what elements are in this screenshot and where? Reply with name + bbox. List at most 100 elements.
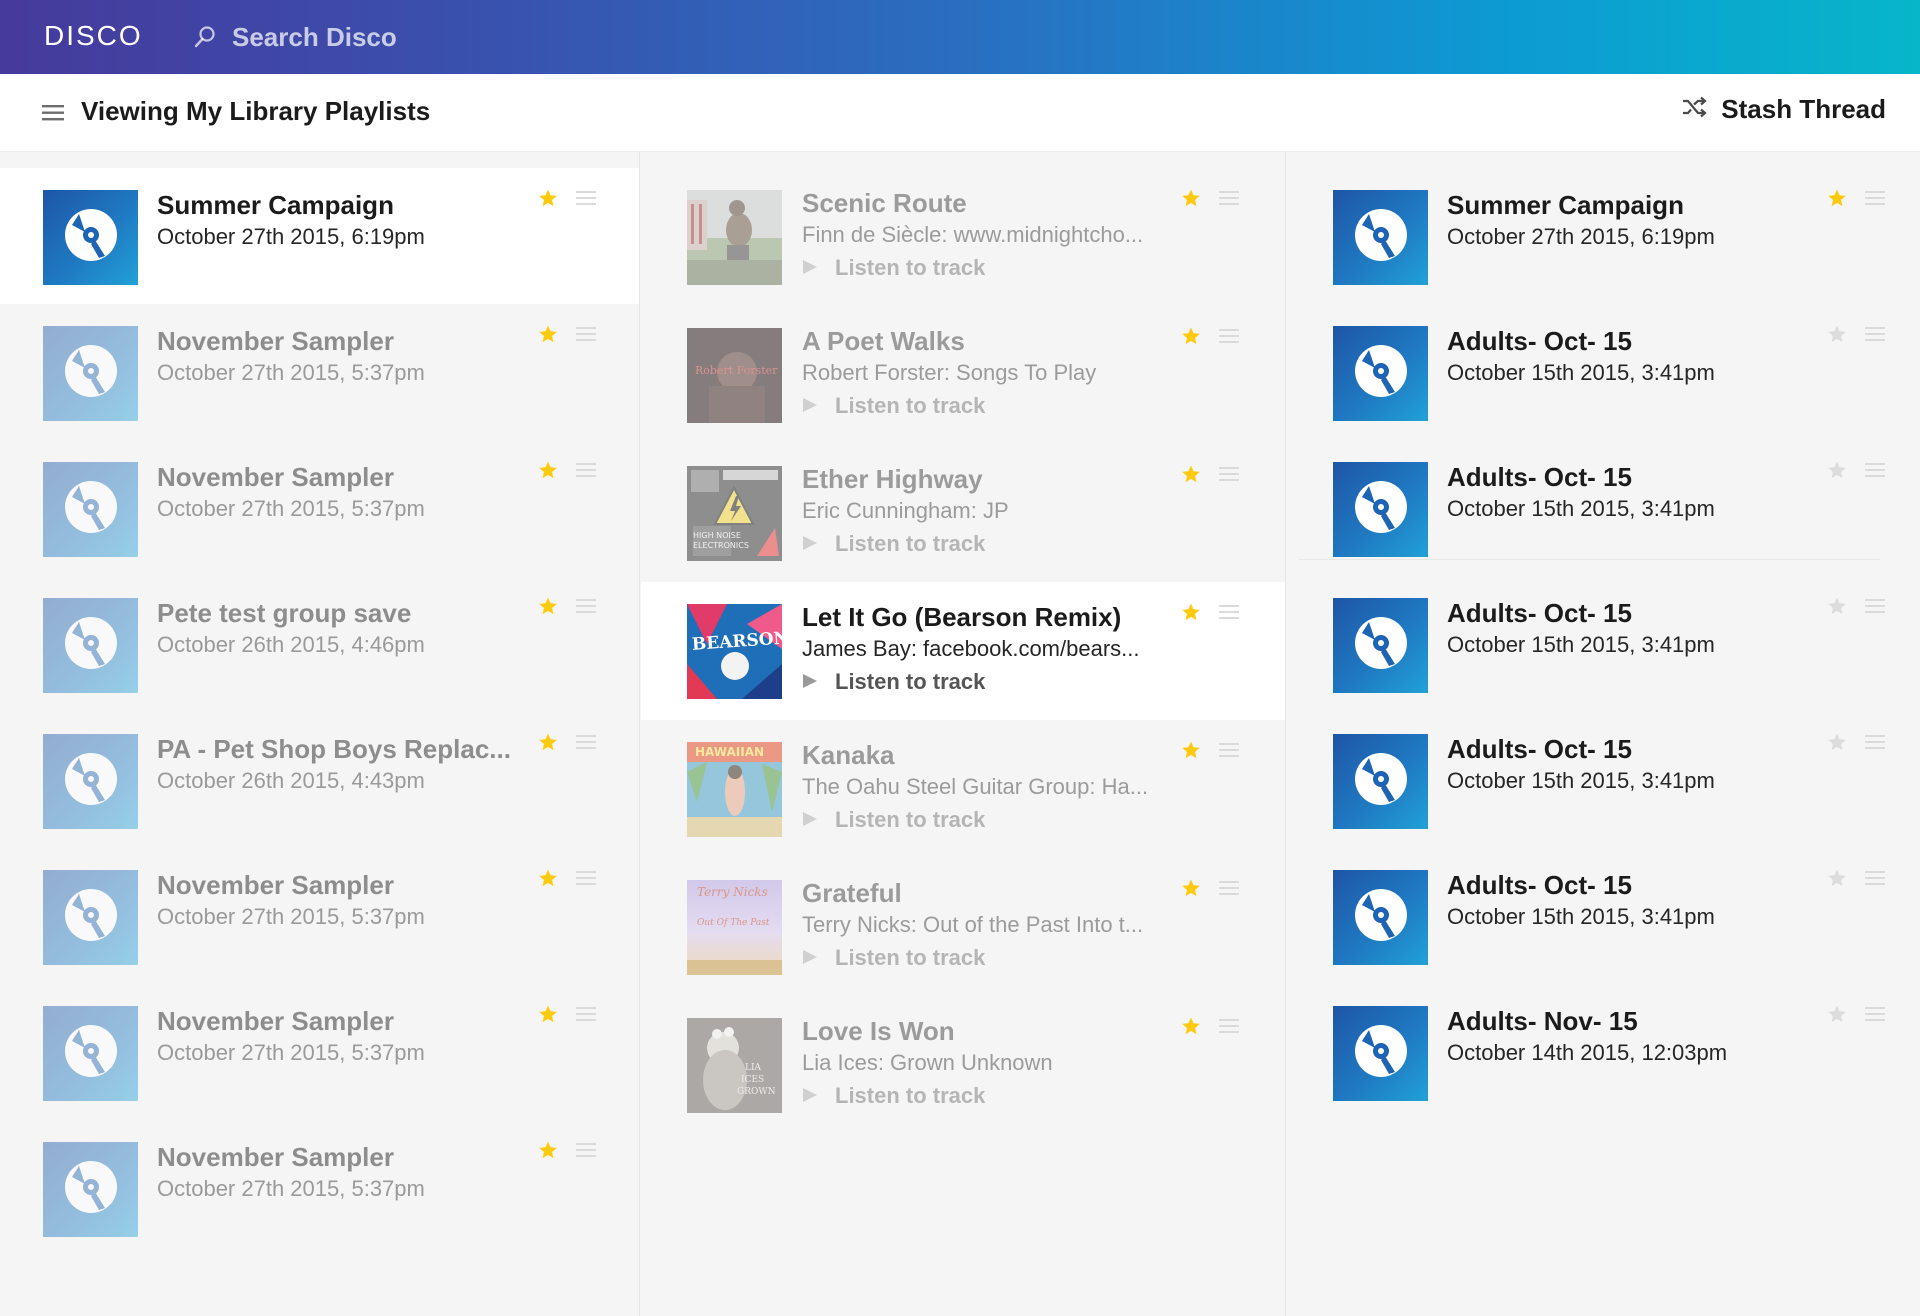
drag-handle-icon[interactable] — [1219, 742, 1239, 758]
hamburger-menu-icon[interactable] — [42, 101, 66, 125]
stash-thread-column[interactable]: Summer Campaign October 27th 2015, 6:19pm… — [1287, 152, 1920, 1316]
listen-to-track-link[interactable]: Listen to track — [835, 531, 985, 557]
playlist-row[interactable]: November Sampler October 27th 2015, 5:37p… — [0, 984, 639, 1120]
track-row[interactable]: HAWAIIAN Kanaka The Oahu Steel Guitar Grou… — [641, 720, 1285, 858]
drag-handle-icon[interactable] — [1865, 326, 1885, 342]
play-icon[interactable] — [802, 673, 818, 694]
playlist-row[interactable]: Pete test group save October 26th 2015, 4… — [0, 576, 639, 712]
playlist-title: Adults- Oct- 15 — [1447, 326, 1632, 356]
drag-handle-icon[interactable] — [576, 326, 596, 342]
svg-text:Out Of The Past: Out Of The Past — [697, 918, 770, 928]
playlist-row[interactable]: Adults- Oct- 15 October 15th 2015, 3:41pm — [1287, 848, 1920, 984]
page-title: Viewing My Library Playlists — [81, 96, 431, 126]
star-icon-filled[interactable] — [538, 1140, 558, 1160]
star-icon[interactable] — [1827, 1004, 1847, 1024]
drag-handle-icon[interactable] — [1865, 190, 1885, 206]
drag-handle-icon[interactable] — [576, 1142, 596, 1158]
stash-thread-button[interactable]: Stash Thread — [1681, 94, 1886, 125]
playlist-row[interactable]: Summer Campaign October 27th 2015, 6:19pm — [0, 168, 639, 304]
star-icon-filled[interactable] — [538, 732, 558, 752]
playlist-row[interactable]: Adults- Nov- 15 October 14th 2015, 12:03p… — [1287, 984, 1920, 1120]
star-icon-filled[interactable] — [538, 596, 558, 616]
playlist-row[interactable]: Adults- Oct- 15 October 15th 2015, 3:41pm — [1287, 440, 1920, 576]
star-icon-filled[interactable] — [1181, 326, 1201, 346]
playlist-date: October 27th 2015, 5:37pm — [157, 496, 425, 521]
listen-to-track-link[interactable]: Listen to track — [835, 807, 985, 833]
playlist-row[interactable]: Adults- Oct- 15 October 15th 2015, 3:41pm — [1287, 304, 1920, 440]
star-icon-filled[interactable] — [1181, 740, 1201, 760]
playlist-row[interactable]: Summer Campaign October 27th 2015, 6:19pm — [1287, 168, 1920, 304]
listen-to-track-link[interactable]: Listen to track — [835, 255, 985, 281]
playlist-cover — [43, 734, 138, 829]
star-icon[interactable] — [1827, 324, 1847, 344]
drag-handle-icon[interactable] — [576, 1006, 596, 1022]
play-icon[interactable] — [802, 949, 818, 970]
play-icon[interactable] — [802, 811, 818, 832]
playlist-cover — [43, 870, 138, 965]
listen-to-track-link[interactable]: Listen to track — [835, 1083, 985, 1109]
star-icon-filled[interactable] — [1181, 1016, 1201, 1036]
star-icon-filled[interactable] — [538, 1004, 558, 1024]
drag-handle-icon[interactable] — [576, 462, 596, 478]
drag-handle-icon[interactable] — [576, 870, 596, 886]
star-icon-filled[interactable] — [1181, 602, 1201, 622]
star-icon-filled[interactable] — [1827, 188, 1847, 208]
track-row[interactable]: Terry Nicks Out Of The Past Grateful Terry … — [641, 858, 1285, 996]
drag-handle-icon[interactable] — [1219, 466, 1239, 482]
album-art: HAWAIIAN — [687, 742, 782, 837]
star-icon[interactable] — [1827, 732, 1847, 752]
star-icon-filled[interactable] — [1181, 188, 1201, 208]
track-row[interactable]: BEARSON Let It Go (Bearson Remix) James Ba… — [641, 582, 1285, 720]
disc-icon — [1352, 206, 1410, 269]
play-icon[interactable] — [802, 535, 818, 556]
drag-handle-icon[interactable] — [1219, 328, 1239, 344]
playlist-row[interactable]: November Sampler October 27th 2015, 5:37p… — [0, 440, 639, 576]
star-icon-filled[interactable] — [1181, 878, 1201, 898]
app-logo[interactable]: DISCO — [44, 20, 143, 52]
drag-handle-icon[interactable] — [1219, 190, 1239, 206]
listen-to-track-link[interactable]: Listen to track — [835, 393, 985, 419]
listen-to-track-link[interactable]: Listen to track — [835, 945, 985, 971]
playlist-row[interactable]: November Sampler October 27th 2015, 5:37p… — [0, 1120, 639, 1256]
star-icon[interactable] — [1827, 596, 1847, 616]
playlist-date: October 14th 2015, 12:03pm — [1447, 1040, 1728, 1065]
playlist-row[interactable]: PA - Pet Shop Boys Replac... October 26th… — [0, 712, 639, 848]
tracks-column[interactable]: Scenic Route Finn de Siècle: www.midnight… — [641, 152, 1286, 1316]
play-icon[interactable] — [802, 259, 818, 280]
drag-handle-icon[interactable] — [1219, 1018, 1239, 1034]
disc-icon — [1352, 478, 1410, 541]
playlist-row[interactable]: Adults- Oct- 15 October 15th 2015, 3:41pm — [1287, 712, 1920, 848]
album-art: Terry Nicks Out Of The Past — [687, 880, 782, 975]
drag-handle-icon[interactable] — [1865, 598, 1885, 614]
drag-handle-icon[interactable] — [1219, 604, 1239, 620]
play-icon[interactable] — [802, 397, 818, 418]
drag-handle-icon[interactable] — [1865, 870, 1885, 886]
drag-handle-icon[interactable] — [1865, 1006, 1885, 1022]
listen-to-track-link[interactable]: Listen to track — [835, 669, 985, 695]
drag-handle-icon[interactable] — [576, 734, 596, 750]
drag-handle-icon[interactable] — [576, 190, 596, 206]
search-input[interactable]: Search Disco — [194, 18, 714, 56]
star-icon-filled[interactable] — [538, 868, 558, 888]
playlist-date: October 15th 2015, 3:41pm — [1447, 768, 1715, 793]
track-row[interactable]: Scenic Route Finn de Siècle: www.midnight… — [641, 168, 1285, 306]
playlist-row[interactable]: Adults- Oct- 15 October 15th 2015, 3:41pm — [1287, 576, 1920, 712]
drag-handle-icon[interactable] — [1219, 880, 1239, 896]
playlist-row[interactable]: November Sampler October 27th 2015, 5:37p… — [0, 848, 639, 984]
library-playlists-column[interactable]: Summer Campaign October 27th 2015, 6:19pm… — [0, 152, 640, 1316]
playlist-date: October 27th 2015, 5:37pm — [157, 1040, 425, 1065]
play-icon[interactable] — [802, 1087, 818, 1108]
star-icon[interactable] — [1827, 460, 1847, 480]
drag-handle-icon[interactable] — [1865, 734, 1885, 750]
star-icon[interactable] — [1827, 868, 1847, 888]
star-icon-filled[interactable] — [1181, 464, 1201, 484]
track-row[interactable]: HIGH NOISE ELECTRONICS Ether Highway Eric C… — [641, 444, 1285, 582]
track-row[interactable]: LIA ICES GROWN Love Is Won Lia Ices: Grown U… — [641, 996, 1285, 1134]
star-icon-filled[interactable] — [538, 188, 558, 208]
drag-handle-icon[interactable] — [576, 598, 596, 614]
star-icon-filled[interactable] — [538, 460, 558, 480]
drag-handle-icon[interactable] — [1865, 462, 1885, 478]
track-row[interactable]: Robert Forster A Poet Walks Robert Forster… — [641, 306, 1285, 444]
playlist-row[interactable]: November Sampler October 27th 2015, 5:37p… — [0, 304, 639, 440]
star-icon-filled[interactable] — [538, 324, 558, 344]
